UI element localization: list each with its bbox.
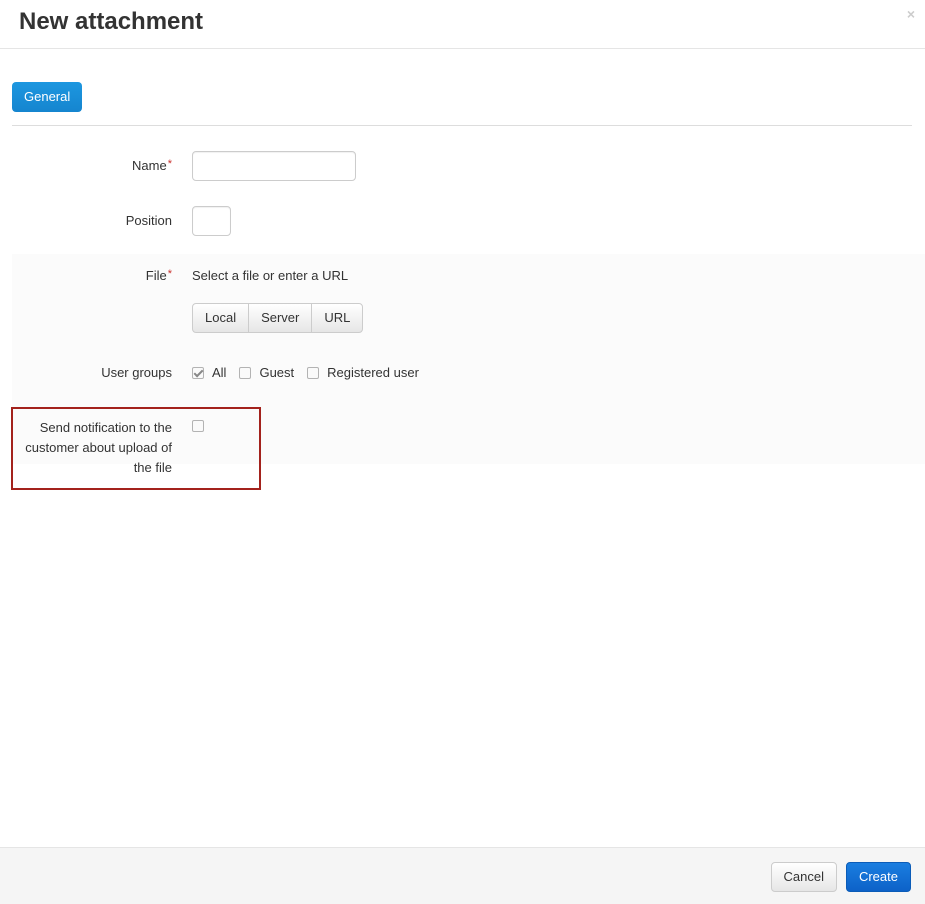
guest-checkbox-label: Guest (259, 365, 295, 380)
server-button[interactable]: Server (248, 303, 313, 333)
dialog-header: New attachment × (0, 0, 925, 49)
tabs-divider (12, 125, 912, 126)
all-checkbox[interactable] (192, 366, 204, 379)
name-label: Name* (132, 158, 172, 173)
local-button[interactable]: Local (192, 303, 250, 333)
name-required-mark: * (167, 158, 172, 170)
name-input[interactable] (192, 151, 356, 181)
url-button[interactable]: URL (311, 303, 364, 333)
file-source-buttons: Local Server URL (192, 303, 364, 333)
registered-user-checkbox[interactable] (307, 366, 320, 379)
all-checkbox-label: All (212, 365, 227, 380)
guest-checkbox[interactable] (239, 366, 252, 379)
file-required-mark: * (167, 268, 172, 280)
notification-label: Send notification to the customer about … (25, 420, 172, 475)
tab-general[interactable]: General (12, 82, 83, 112)
name-label-text: Name (132, 158, 167, 173)
cancel-button[interactable]: Cancel (770, 862, 837, 892)
user-groups-options: All Guest Registered user (192, 365, 432, 380)
file-label-text: File (145, 268, 167, 283)
dialog-footer: Cancel Create (0, 847, 925, 904)
registered-user-checkbox-label: Registered user (327, 365, 419, 380)
notification-checkbox[interactable] (192, 420, 204, 432)
position-input[interactable] (192, 206, 231, 236)
user-groups-label: User groups (101, 365, 172, 380)
file-hint: Select a file or enter a URL (192, 268, 349, 283)
create-button[interactable]: Create (845, 862, 911, 892)
position-label: Position (125, 213, 172, 228)
close-icon[interactable]: × (907, 6, 915, 22)
file-label: File* (146, 268, 172, 283)
dialog-title: New attachment (19, 8, 204, 35)
